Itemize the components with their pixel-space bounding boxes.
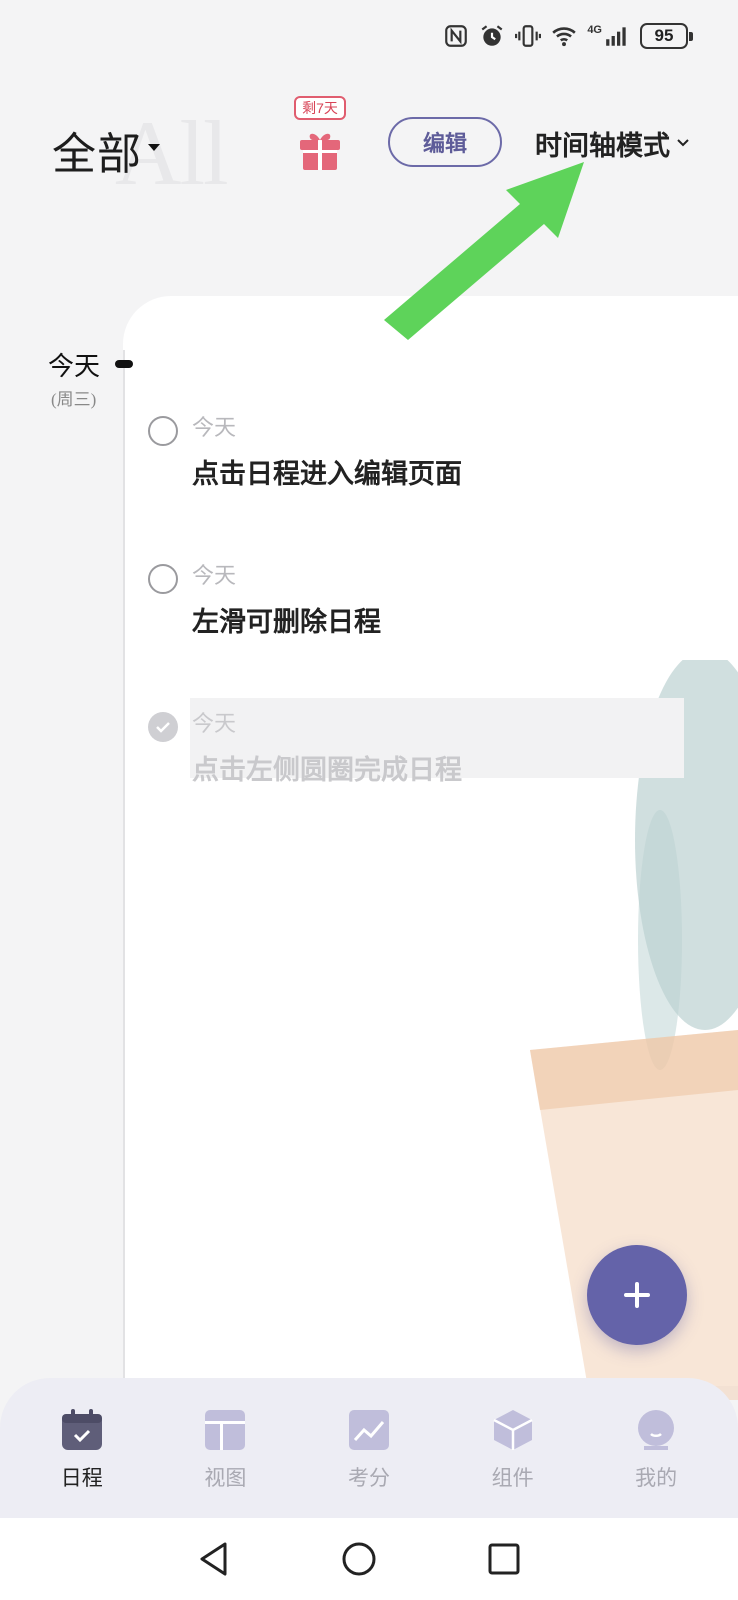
gift-icon bbox=[300, 133, 340, 170]
task-checkbox-checked[interactable] bbox=[148, 712, 178, 742]
back-button[interactable] bbox=[194, 1539, 234, 1579]
list-item[interactable]: 今天 点击日程进入编辑页面 bbox=[145, 410, 705, 490]
system-nav-bar bbox=[0, 1518, 738, 1600]
timeline-line bbox=[123, 350, 125, 1380]
alarm-icon bbox=[479, 23, 505, 49]
chevron-down-icon bbox=[677, 139, 689, 147]
caret-down-icon bbox=[148, 144, 160, 151]
nav-item-mine[interactable]: 我的 bbox=[596, 1408, 716, 1518]
home-circle-icon bbox=[342, 1542, 376, 1576]
nav-item-score[interactable]: 考分 bbox=[309, 1408, 429, 1518]
annotation-arrow bbox=[384, 162, 584, 340]
task-title: 点击日程进入编辑页面 bbox=[192, 459, 462, 489]
page-title: 全部 bbox=[52, 130, 142, 179]
nav-item-schedule[interactable]: 日程 bbox=[22, 1408, 142, 1518]
network-type: 4G bbox=[587, 24, 602, 36]
day-label: 今天 bbox=[48, 352, 101, 381]
cube-icon bbox=[492, 1410, 533, 1450]
nfc-icon bbox=[443, 23, 469, 49]
nav-label: 我的 bbox=[635, 1466, 678, 1490]
recents-square-icon bbox=[488, 1543, 520, 1575]
list-item[interactable]: 今天 点击左侧圆圈完成日程 bbox=[145, 698, 705, 786]
bottom-nav: 日程 视图 考分 组件 我的 bbox=[0, 1378, 738, 1518]
task-date: 今天 bbox=[192, 563, 237, 588]
list-item[interactable]: 今天 左滑可删除日程 bbox=[145, 558, 705, 638]
nav-label: 视图 bbox=[204, 1466, 247, 1490]
status-bar: 4G 95 bbox=[0, 0, 738, 70]
nav-label: 考分 bbox=[347, 1466, 390, 1490]
category-selector[interactable]: 全部 bbox=[52, 118, 162, 182]
gift-button[interactable]: 剩7天 bbox=[294, 96, 346, 178]
nav-item-widgets[interactable]: 组件 bbox=[453, 1408, 573, 1518]
back-triangle-icon bbox=[200, 1542, 227, 1576]
task-checkbox[interactable] bbox=[148, 564, 178, 594]
check-icon bbox=[156, 722, 170, 733]
timeline-marker bbox=[115, 360, 133, 368]
task-title: 点击左侧圆圈完成日程 bbox=[192, 755, 462, 785]
plus-icon bbox=[624, 1282, 650, 1308]
task-date: 今天 bbox=[192, 415, 237, 440]
battery-icon: 95 bbox=[640, 23, 693, 49]
wifi-icon bbox=[551, 23, 577, 49]
nav-item-view[interactable]: 视图 bbox=[165, 1408, 285, 1518]
gift-badge: 剩7天 bbox=[294, 96, 346, 120]
recents-button[interactable] bbox=[484, 1539, 524, 1579]
add-schedule-button[interactable] bbox=[587, 1245, 687, 1345]
vibrate-icon bbox=[515, 23, 542, 49]
nav-label: 日程 bbox=[60, 1466, 103, 1490]
layout-icon bbox=[205, 1410, 246, 1450]
task-date: 今天 bbox=[192, 711, 237, 736]
calendar-icon bbox=[61, 1409, 102, 1450]
profile-icon bbox=[638, 1410, 675, 1450]
home-button[interactable] bbox=[339, 1539, 379, 1579]
task-checkbox[interactable] bbox=[148, 416, 178, 446]
nav-label: 组件 bbox=[491, 1466, 534, 1490]
task-title: 左滑可删除日程 bbox=[192, 607, 381, 637]
chart-icon bbox=[348, 1410, 389, 1450]
header: All 全部 剩7天 编辑 时间轴模式 bbox=[0, 90, 738, 204]
day-weekday: (周三) bbox=[51, 390, 97, 409]
signal-icon bbox=[604, 23, 630, 49]
